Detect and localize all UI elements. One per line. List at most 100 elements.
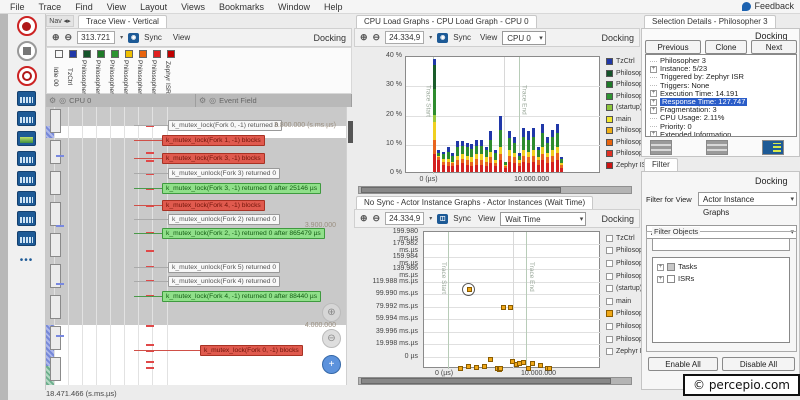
clone-button[interactable]: Clone (705, 40, 747, 54)
options-icon[interactable]: ◎ (209, 96, 216, 105)
legend-checkbox[interactable] (606, 310, 613, 318)
sync-label[interactable]: Sync (144, 33, 162, 42)
more-views-button[interactable]: ••• (20, 255, 34, 266)
menu-item-file[interactable]: File (10, 2, 25, 12)
filter-for-view-select[interactable]: Actor Instance Graphs (698, 192, 797, 217)
wait-time-point[interactable] (458, 366, 464, 372)
legend-checkbox[interactable] (606, 247, 613, 255)
filter-checkbox[interactable] (667, 275, 675, 283)
options-icon[interactable]: ◎ (59, 96, 66, 105)
menu-item-help[interactable]: Help (324, 2, 343, 12)
filter-checkbox[interactable] (667, 263, 675, 271)
event-label[interactable]: k_mutex_lock(Fork 4, -1) blocks (162, 200, 265, 211)
legend-checkbox[interactable] (606, 335, 613, 343)
trace-vertical-scrollbar[interactable] (346, 107, 353, 385)
actor-instances-hscrollbar[interactable] (358, 377, 632, 385)
filter-tree-row[interactable]: + Tasks (657, 261, 789, 273)
expander-icon[interactable]: + (657, 275, 664, 283)
wait-time-point[interactable] (465, 363, 471, 369)
wait-time-point[interactable] (498, 366, 504, 372)
sync-icon[interactable]: ◫ (437, 213, 449, 224)
zoom-level-input[interactable]: 24.334,9 (385, 31, 425, 44)
wait-time-point[interactable] (507, 304, 513, 310)
legend-checkbox[interactable] (606, 259, 613, 267)
cpu-load-bar[interactable] (494, 55, 498, 172)
tab-cpu-load-graph[interactable]: CPU Load Graphs - CPU Load Graph - CPU 0 (356, 15, 537, 28)
zoom-fab[interactable]: ⊕ (322, 303, 341, 322)
menu-item-find[interactable]: Find (75, 2, 93, 12)
event-label[interactable]: k_mutex_lock(Fork 0, -1) returned 0 (168, 120, 283, 131)
menu-item-view[interactable]: View (107, 2, 126, 12)
event-label[interactable]: k_mutex_lock(Fork 4, -1) returned 0 afte… (162, 291, 322, 302)
wait-time-point[interactable] (488, 357, 494, 363)
gear-icon[interactable]: ⚙ (199, 96, 206, 105)
event-label[interactable]: k_mutex_unlock(Fork 5) returned 0 (168, 262, 281, 273)
disable-all-button[interactable]: Disable All (722, 357, 795, 371)
expander-icon[interactable]: + (650, 90, 657, 98)
wait-time-point[interactable] (530, 360, 536, 366)
zoom-dropdown-icon[interactable]: ▾ (120, 34, 123, 41)
cpu-load-bar[interactable] (451, 55, 455, 172)
event-label[interactable]: k_mutex_unlock(Fork 3) returned 0 (168, 168, 281, 179)
interval-view-icon[interactable] (650, 140, 672, 155)
cpu-load-bar[interactable] (503, 55, 507, 172)
cpu-load-bar[interactable] (465, 55, 469, 172)
metric-select[interactable]: Wait Time (500, 211, 587, 226)
event-label[interactable]: k_mutex_lock(Fork 3, -1) returned 0 afte… (162, 183, 322, 194)
event-label[interactable]: k_mutex_unlock(Fork 2) returned 0 (168, 214, 281, 225)
wait-time-point[interactable] (537, 362, 543, 368)
zoom-fab[interactable]: ⊖ (322, 329, 341, 348)
zoom-dropdown-icon[interactable]: ▾ (429, 215, 432, 222)
cpu-load-bar[interactable] (508, 55, 512, 172)
cpu-load-bar[interactable] (531, 55, 535, 172)
cpu-load-bar[interactable] (460, 55, 464, 172)
zoom-level-input[interactable]: 24.334,9 (385, 212, 425, 225)
trace-column-7[interactable]: Philosopher 5 (150, 50, 163, 94)
menu-item-views[interactable]: Views (181, 2, 205, 12)
trace-focus-icon[interactable] (762, 140, 784, 155)
sync-icon[interactable]: ◉ (128, 32, 140, 43)
cpu-load-bar[interactable] (536, 55, 540, 172)
cpu-load-bar[interactable] (517, 55, 521, 172)
actor-graph-view-icon[interactable] (17, 171, 36, 186)
cpu-load-bar[interactable] (432, 55, 436, 172)
cpu-load-bar[interactable] (498, 55, 502, 172)
tab-filter[interactable]: Filter (644, 158, 678, 171)
cpu-load-bar[interactable] (475, 55, 479, 172)
cpu-load-bar[interactable] (484, 55, 488, 172)
tab-actor-instances[interactable]: No Sync - Actor Instance Graphs - Actor … (356, 196, 594, 209)
expander-icon[interactable]: + (650, 98, 657, 106)
expander-icon[interactable]: + (650, 131, 657, 136)
cpu-load-bar[interactable] (546, 55, 550, 172)
menu-item-bookmarks[interactable]: Bookmarks (219, 2, 264, 12)
legend-checkbox[interactable] (606, 285, 613, 293)
zoom-out-icon[interactable]: ⊖ (65, 32, 73, 43)
docking-label[interactable]: Docking (601, 214, 634, 224)
stop-button[interactable] (16, 41, 37, 61)
legend-checkbox[interactable] (606, 234, 613, 242)
event-label[interactable]: k_mutex_lock(Fork 2, -1) returned 0 afte… (162, 228, 325, 239)
detail-row[interactable]: + Extended Information (650, 130, 796, 136)
cpu-load-plot[interactable]: Trace Start Trace End (405, 55, 601, 174)
trace-column-2[interactable]: Philosopher 0 (80, 50, 93, 94)
event-log-view-icon[interactable] (17, 211, 36, 226)
zoom-in-icon[interactable]: ⊕ (360, 32, 368, 43)
zoom-out-icon[interactable]: ⊖ (373, 213, 381, 224)
interval-view-2-icon[interactable] (706, 140, 728, 155)
zoom-out-icon[interactable]: ⊖ (373, 32, 381, 43)
menu-item-window[interactable]: Window (278, 2, 310, 12)
docking-label[interactable]: Docking (755, 176, 788, 186)
trace-column-6[interactable]: Philosopher 4 (136, 50, 149, 94)
feedback-button[interactable]: Feedback (742, 1, 794, 11)
tab-trace-view-vertical[interactable]: Trace View - Vertical (78, 15, 167, 28)
menu-item-layout[interactable]: Layout (140, 2, 167, 12)
zoom-in-icon[interactable]: ⊕ (52, 32, 60, 43)
legend-checkbox[interactable] (606, 297, 613, 305)
nav-strip[interactable]: Nav ◂▸ (46, 15, 74, 27)
event-label[interactable]: k_mutex_lock(Fork 0, -1) blocks (200, 345, 303, 356)
wait-time-point[interactable] (501, 304, 507, 310)
record-button[interactable] (16, 16, 37, 36)
cpu-select[interactable]: CPU 0 (502, 30, 546, 45)
trace-column-1[interactable]: TzCtrl (66, 50, 79, 94)
filter-tree-row[interactable]: + ISRs (657, 273, 789, 285)
